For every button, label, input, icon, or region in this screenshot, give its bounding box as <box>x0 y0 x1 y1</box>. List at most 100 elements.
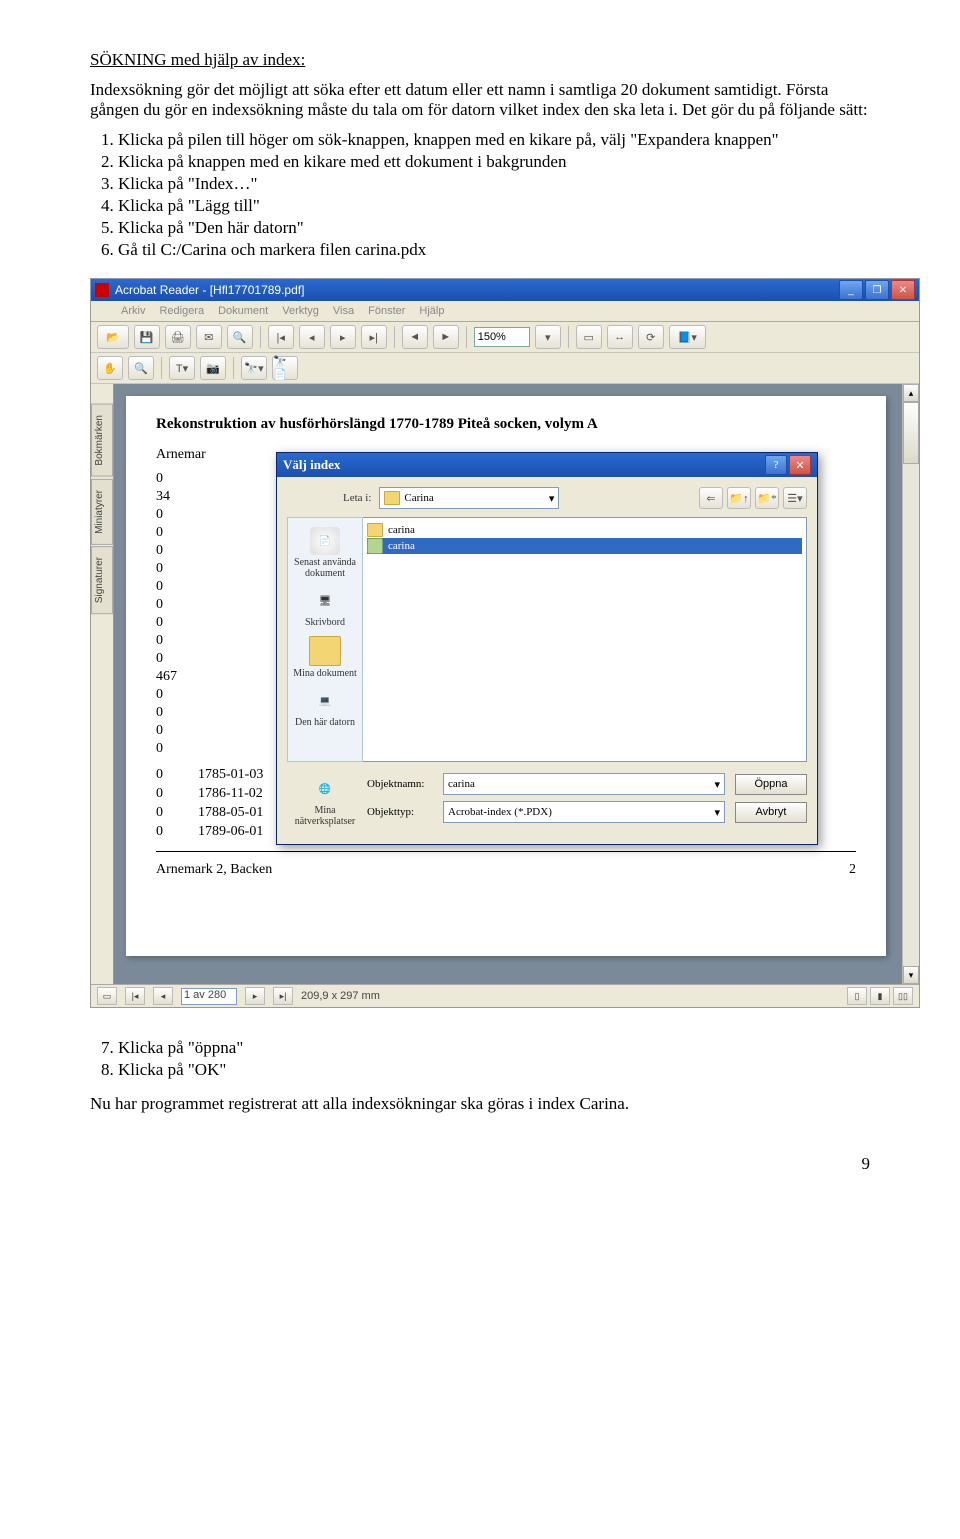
mail-button[interactable]: ✉ <box>196 325 222 349</box>
left-number: 0 <box>156 741 236 759</box>
section-label: Arnemark 2, Backen <box>156 862 272 878</box>
rotate-button[interactable]: ⟳ <box>638 325 664 349</box>
dialog-close-button[interactable]: ✕ <box>789 455 811 475</box>
menu-item[interactable]: Verktyg <box>282 305 319 317</box>
open-button[interactable]: 📂 <box>97 325 129 349</box>
prev-page-button[interactable]: ◂ <box>153 987 173 1005</box>
close-button[interactable]: ✕ <box>891 280 915 300</box>
find-tool-icon[interactable]: 🔭▾ <box>241 356 267 380</box>
view-facing-button[interactable]: ▯▯ <box>893 987 913 1005</box>
view-cont-button[interactable]: ▮ <box>870 987 890 1005</box>
filename-field[interactable]: carina▾ <box>443 773 725 795</box>
tab-bookmarks[interactable]: Bokmärken <box>91 404 113 477</box>
left-number: 0 <box>156 543 236 561</box>
last-page-button[interactable]: ▸| <box>273 987 293 1005</box>
back-button[interactable]: ◄ <box>402 325 428 349</box>
zoom-field[interactable] <box>474 327 530 347</box>
zoom-dropdown-icon[interactable]: ▾ <box>535 325 561 349</box>
tab-thumbnails[interactable]: Miniatyrer <box>91 479 113 545</box>
forward-button[interactable]: ► <box>433 325 459 349</box>
pdx-file-icon <box>367 538 383 554</box>
places-item[interactable]: 📄Senast använda dokument <box>288 524 362 582</box>
nav-prev-button[interactable]: ◂ <box>299 325 325 349</box>
print-button[interactable]: 🖨 <box>165 325 191 349</box>
file-dialog: Välj index ? ✕ Leta i: Carina ▾ <box>276 452 818 845</box>
ebook-button[interactable]: 📘▾ <box>669 325 706 349</box>
left-number: 0 <box>156 651 236 669</box>
nav-first-button[interactable]: |◂ <box>268 325 294 349</box>
new-folder-button[interactable]: 📁* <box>755 487 779 509</box>
file-list[interactable]: carinacarina <box>363 517 807 762</box>
hand-tool-icon[interactable]: ✋ <box>97 356 123 380</box>
page-field[interactable]: 1 av 280 <box>181 988 237 1005</box>
menu-item[interactable]: Hjälp <box>419 305 444 317</box>
step-item: Klicka på pilen till höger om sök-knappe… <box>118 130 870 150</box>
page-layout-button[interactable]: ▭ <box>97 987 117 1005</box>
snapshot-tool-icon[interactable]: 📷 <box>200 356 226 380</box>
left-number: 0 <box>156 507 236 525</box>
menu-item[interactable]: Arkiv <box>121 305 145 317</box>
acrobat-titlebar: Acrobat Reader - [Hfl17701789.pdf] _ ❐ ✕ <box>91 279 919 301</box>
nav-last-button[interactable]: ▸| <box>361 325 387 349</box>
chevron-down-icon: ▾ <box>714 778 720 791</box>
step-item: Klicka på "Lägg till" <box>118 196 870 216</box>
tab-signatures[interactable]: Signaturer <box>91 546 113 614</box>
vertical-scrollbar[interactable]: ▴ ▾ <box>902 384 919 984</box>
side-tabs: Bokmärken Miniatyrer Signaturer <box>91 384 114 984</box>
view-single-button[interactable]: ▯ <box>847 987 867 1005</box>
look-in-dropdown[interactable]: Carina ▾ <box>379 487 559 509</box>
step-item: Klicka på "öppna" <box>118 1038 870 1058</box>
window-title: Acrobat Reader - [Hfl17701789.pdf] <box>115 283 839 297</box>
left-number: 0 <box>156 579 236 597</box>
zoom-tool-icon[interactable]: 🔍 <box>128 356 154 380</box>
text-select-icon[interactable]: T▾ <box>169 356 195 380</box>
next-page-button[interactable]: ▸ <box>245 987 265 1005</box>
step-item: Klicka på "Den här datorn" <box>118 218 870 238</box>
fit-width-button[interactable]: ↔ <box>607 325 633 349</box>
nav-next-button[interactable]: ▸ <box>330 325 356 349</box>
step-item: Klicka på "OK" <box>118 1060 870 1080</box>
docs-icon <box>309 636 341 666</box>
left-number: 0 <box>156 723 236 741</box>
menu-item[interactable]: Dokument <box>218 305 268 317</box>
places-item[interactable]: 🖥Skrivbord <box>288 584 362 631</box>
first-page-button[interactable]: |◂ <box>125 987 145 1005</box>
left-number: 0 <box>156 687 236 705</box>
toolbar-separator <box>394 326 395 348</box>
filename-label: Objektnamn: <box>367 778 433 790</box>
statusbar: ▭ |◂ ◂ 1 av 280 ▸ ▸| 209,9 x 297 mm ▯ ▮ … <box>91 984 919 1007</box>
filetype-field[interactable]: Acrobat-index (*.PDX)▾ <box>443 801 725 823</box>
places-item[interactable]: Mina dokument <box>288 633 362 682</box>
document-page: Rekonstruktion av husförhörslängd 1770-1… <box>126 396 886 956</box>
places-item[interactable]: 🌐 Mina nätverksplatser <box>287 772 363 830</box>
places-item[interactable]: 💻Den här datorn <box>288 684 362 731</box>
back-folder-button[interactable]: ⇐ <box>699 487 723 509</box>
open-button[interactable]: Öppna <box>735 774 807 795</box>
chevron-down-icon: ▾ <box>714 806 720 819</box>
scroll-down-icon[interactable]: ▾ <box>903 966 919 984</box>
file-item[interactable]: carina <box>367 522 802 538</box>
menu-item[interactable]: Visa <box>333 305 354 317</box>
step-item: Gå til C:/Carina och markera filen carin… <box>118 240 870 260</box>
file-item[interactable]: carina <box>367 538 802 554</box>
save-button[interactable]: 💾 <box>134 325 160 349</box>
toolbar-separator <box>568 326 569 348</box>
fit-page-button[interactable]: ▭ <box>576 325 602 349</box>
scroll-up-icon[interactable]: ▴ <box>903 384 919 402</box>
index-search-icon[interactable]: 🔭📄 <box>272 356 298 380</box>
minimize-button[interactable]: _ <box>839 280 863 300</box>
view-menu-button[interactable]: ☰▾ <box>783 487 807 509</box>
maximize-button[interactable]: ❐ <box>865 280 889 300</box>
left-number: 0 <box>156 633 236 651</box>
cancel-button[interactable]: Avbryt <box>735 802 807 823</box>
menu-item[interactable]: Redigera <box>159 305 204 317</box>
scroll-thumb[interactable] <box>903 402 919 464</box>
desk-icon: 🖥 <box>310 587 340 615</box>
menu-item[interactable]: Fönster <box>368 305 405 317</box>
menubar: Arkiv Redigera Dokument Verktyg Visa Fönster H… <box>91 301 919 322</box>
dialog-help-button[interactable]: ? <box>765 455 787 475</box>
intro-paragraph: Indexsökning gör det möjligt att söka ef… <box>90 80 870 120</box>
paper-size-label: 209,9 x 297 mm <box>301 990 380 1002</box>
search-button[interactable]: 🔍 <box>227 325 253 349</box>
up-folder-button[interactable]: 📁↑ <box>727 487 751 509</box>
